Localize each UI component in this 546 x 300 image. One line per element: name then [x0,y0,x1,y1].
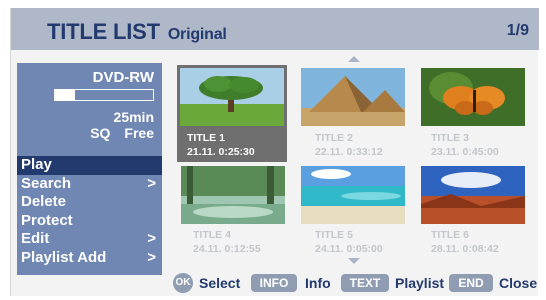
title-duration: 0:05:00 [346,243,383,255]
menu-item-label: Protect [21,211,73,229]
menu-item-playlist-add[interactable]: Playlist Add > [17,249,162,268]
title-name: TITLE 3 [431,132,469,144]
title-duration: 0:25:30 [218,146,255,158]
side-panel: DVD-RW 25min SQ Free Play Search > Delete… [17,63,162,275]
page-counter: 1/9 [506,22,529,39]
disc-quality-row: SQ Free [90,125,154,141]
title-date: 22.11. [315,146,344,158]
info-label: Info [305,275,331,291]
disc-capacity-bar [54,89,154,101]
title-date-duration: 23.11. 0:45:00 [431,145,499,159]
submenu-arrow-icon: > [147,174,156,192]
pyramid-icon[interactable] [301,68,405,126]
title-name: TITLE 2 [315,132,353,144]
action-menu: Play Search > Delete Protect Edit > Play… [17,156,162,267]
menu-item-label: Delete [21,193,67,210]
scroll-down-arrow-icon[interactable] [348,258,360,264]
title-duration: 0:33:12 [346,146,383,158]
submenu-arrow-icon: > [147,248,156,266]
title-date: 23.11. [431,146,460,158]
page-title-text: TITLE LIST [47,19,160,44]
page-subtitle: Original [167,26,227,43]
page-title: TITLE LIST Original [47,19,227,45]
menu-item-search[interactable]: Search > [17,175,162,194]
disc-quality: SQ [90,125,111,141]
title-duration: 0:12:55 [224,243,261,255]
menu-item-label: Playlist Add [21,248,107,266]
title-date-duration: 24.11. 0:05:00 [315,242,383,256]
title-date: 24.11. [193,243,222,255]
menu-item-delete[interactable]: Delete [17,193,162,212]
desert-icon[interactable] [421,166,525,224]
title-date-duration: 22.11. 0:33:12 [315,145,383,159]
menu-item-play[interactable]: Play [17,156,162,175]
title-name: TITLE 1 [187,132,225,144]
info-key-icon[interactable]: INFO [251,274,297,292]
title-duration: 0:08:42 [462,243,499,255]
menu-item-protect[interactable]: Protect [17,212,162,231]
end-key-icon[interactable]: END [449,274,493,292]
disc-free-time: 25min [113,109,154,125]
text-key-icon[interactable]: TEXT [341,274,389,292]
menu-item-label: Edit [21,230,50,247]
footer-key-guide: OK Select INFO Info TEXT Playlist END Cl… [11,271,539,295]
title-name: TITLE 6 [431,229,469,241]
title-date: 21.11. [187,146,216,158]
beach-icon[interactable] [301,166,405,224]
playlist-label: Playlist [395,275,445,291]
select-label: Select [199,275,241,291]
menu-item-label: Play [21,156,52,173]
title-date: 28.11. [431,243,460,255]
disc-capacity-fill [55,90,75,100]
title-duration: 0:45:00 [462,146,499,158]
title-date-duration: 24.11. 0:12:55 [193,242,261,256]
menu-item-label: Search [21,174,72,192]
disc-type: DVD-RW [92,69,154,86]
tree-icon [180,68,284,126]
close-label: Close [499,275,538,291]
disc-free-label: Free [124,125,154,141]
title-date-duration: 21.11. 0:25:30 [187,145,255,159]
submenu-arrow-icon: > [147,230,156,247]
menu-item-edit[interactable]: Edit > [17,230,162,249]
title-date: 24.11. [315,243,344,255]
butterfly-icon[interactable] [421,68,525,126]
title-date-duration: 28.11. 0:08:42 [431,242,499,256]
ok-button-icon[interactable]: OK [173,273,193,293]
title-name: TITLE 4 [193,229,231,241]
scroll-up-arrow-icon[interactable] [348,56,360,62]
title-card-1[interactable]: TITLE 1 21.11. 0:25:30 [177,65,287,162]
title-name: TITLE 5 [315,229,353,241]
forest-icon[interactable] [181,166,285,224]
header-bar: TITLE LIST Original 1/9 [11,8,539,50]
title-list-screen: TITLE LIST Original 1/9 DVD-RW 25min SQ F… [10,8,539,296]
